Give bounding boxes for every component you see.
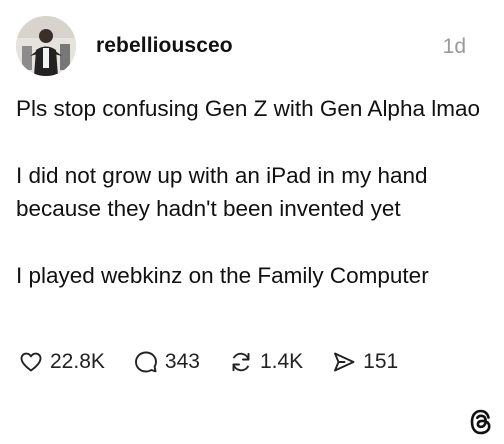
share-count: 151 bbox=[363, 350, 399, 373]
repost-arrows-icon bbox=[228, 349, 254, 375]
avatar[interactable] bbox=[16, 16, 76, 76]
like-count: 22.8K bbox=[50, 350, 105, 373]
post-paragraph: I played webkinz on the Family Computer bbox=[16, 263, 429, 288]
post-timestamp: 1d bbox=[442, 35, 466, 58]
heart-icon bbox=[18, 349, 44, 375]
post-paragraph: I did not grow up with an iPad in my han… bbox=[16, 163, 428, 221]
send-icon bbox=[331, 349, 357, 375]
like-button[interactable]: 22.8K bbox=[18, 349, 105, 375]
reply-count: 343 bbox=[164, 350, 200, 373]
username[interactable]: rebelliousceo bbox=[96, 34, 233, 58]
speech-bubble-icon bbox=[133, 349, 159, 375]
repost-count: 1.4K bbox=[259, 350, 304, 373]
threads-post: rebelliousceo 1d Pls stop confusing Gen … bbox=[0, 0, 504, 444]
post-actions: 22.8K 343 1.4K 151 bbox=[18, 346, 426, 378]
post-paragraph: Pls stop confusing Gen Z with Gen Alpha … bbox=[16, 96, 480, 121]
repost-button[interactable]: 1.4K bbox=[228, 349, 303, 375]
share-button[interactable]: 151 bbox=[331, 349, 398, 375]
reply-button[interactable]: 343 bbox=[133, 349, 200, 375]
threads-logo-icon bbox=[468, 408, 494, 436]
post-body: Pls stop confusing Gen Z with Gen Alpha … bbox=[16, 92, 486, 292]
